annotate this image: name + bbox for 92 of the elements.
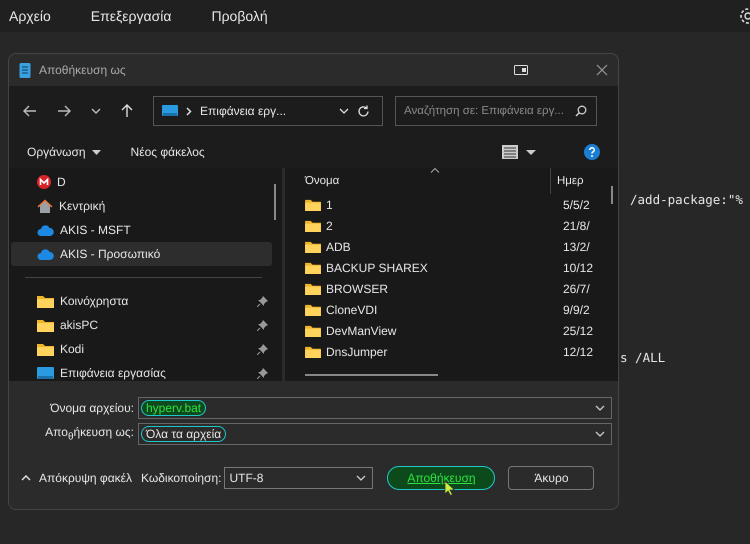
settings-icon[interactable] — [738, 6, 750, 26]
folder-icon — [305, 240, 321, 253]
caret-icon[interactable] — [526, 150, 536, 154]
folder-icon — [305, 282, 321, 295]
file-date: 5/5/2 — [563, 198, 590, 212]
sidebar-item[interactable]: Επιφάνεια εργασίας — [11, 361, 272, 385]
compact-view-icon[interactable] — [514, 65, 528, 75]
menu-item[interactable]: Αρχείο — [9, 8, 51, 24]
desktop-icon — [162, 105, 178, 117]
file-date: 12/12 — [563, 344, 594, 358]
folder-icon — [37, 318, 54, 332]
chevron-down-icon[interactable] — [339, 108, 349, 114]
sidebar-item[interactable]: Κοινόχρηστα — [11, 289, 272, 313]
cancel-button[interactable]: Άκυρο — [508, 466, 594, 490]
scrollbar[interactable] — [274, 184, 276, 220]
pin-icon[interactable] — [257, 320, 268, 330]
save-button[interactable]: Αποθήκευση — [387, 466, 496, 490]
filename-field[interactable]: hyperv.bat — [138, 397, 612, 419]
file-date: 25/12 — [563, 324, 594, 338]
folder-icon — [305, 198, 321, 211]
folder-icon — [37, 342, 54, 356]
search-icon — [575, 105, 587, 117]
sidebar-item[interactable]: D — [11, 170, 272, 194]
cloud-icon — [37, 224, 54, 236]
folder-icon — [305, 324, 321, 337]
home-icon — [37, 199, 53, 213]
file-name[interactable]: ADB — [326, 240, 558, 254]
folder-icon — [305, 303, 321, 316]
chevron-right-icon — [186, 106, 192, 116]
menu-item[interactable]: Προβολή — [211, 8, 268, 24]
close-icon[interactable] — [596, 64, 608, 76]
file-type-value: Όλα τα αρχεία — [141, 426, 226, 442]
field-label: Απο$_{θ}$ήκευση ως: — [44, 425, 135, 443]
up-icon[interactable] — [121, 104, 133, 118]
pin-icon[interactable] — [257, 296, 268, 306]
column-header[interactable]: Ημερ — [550, 168, 584, 194]
folder-icon — [37, 294, 54, 308]
code-line: s /ALL — [620, 350, 666, 365]
file-name[interactable]: BACKUP SHAREX — [326, 260, 558, 274]
file-type-dropdown[interactable]: Όλα τα αρχεία — [138, 423, 612, 445]
view-list-icon[interactable] — [502, 145, 518, 159]
chevron-down-icon[interactable] — [356, 475, 366, 481]
field-label: Όνομα αρχείου: — [48, 401, 135, 415]
file-name[interactable]: BROWSER — [326, 282, 558, 296]
address-bar[interactable]: Επιφάνεια εργ... — [153, 96, 383, 126]
notepad-icon — [19, 62, 31, 78]
file-name[interactable]: 2 — [326, 218, 558, 232]
file-name[interactable]: DevManView — [326, 324, 558, 338]
file-name[interactable]: DnsJumper — [326, 344, 558, 358]
file-date: 21/8/ — [563, 218, 590, 232]
forward-icon[interactable] — [57, 105, 71, 117]
refresh-icon[interactable] — [357, 104, 370, 118]
pin-icon[interactable] — [257, 368, 268, 378]
file-date: 13/2/ — [563, 240, 590, 254]
organize-button[interactable]: Οργάνωση — [27, 145, 101, 159]
chevron-up-icon — [21, 475, 31, 481]
folder-icon — [305, 345, 321, 358]
sort-caret-icon — [430, 168, 440, 173]
path-text: Επιφάνεια εργ... — [200, 104, 286, 118]
desktop-icon — [37, 366, 54, 380]
file-name-value: hyperv.bat — [141, 400, 206, 416]
back-icon[interactable] — [23, 105, 37, 117]
drive-icon — [37, 175, 51, 189]
chevron-down-icon[interactable] — [91, 108, 101, 114]
sidebar-item[interactable]: Κεντρική — [11, 194, 272, 218]
file-date: 26/7/ — [563, 282, 590, 296]
chevron-down-icon[interactable] — [595, 405, 605, 411]
file-date: 9/9/2 — [563, 302, 590, 316]
encoding-label: Κωδικοποίηση: — [141, 471, 222, 485]
file-name[interactable]: CloneVDI — [326, 302, 558, 316]
sidebar-item[interactable]: akisPC — [11, 313, 272, 337]
sidebar-item[interactable]: Kodi — [11, 337, 272, 361]
chevron-down-icon[interactable] — [595, 431, 605, 437]
pin-icon[interactable] — [257, 344, 268, 354]
code-line: /add-package:"% — [630, 192, 743, 207]
folder-icon — [305, 219, 321, 232]
folder-icon — [305, 261, 321, 274]
sidebar-item[interactable]: AKIS - Προσωπικό — [11, 242, 272, 266]
window-title: Αποθήκευση ως — [39, 63, 126, 77]
scrollbar[interactable] — [305, 374, 438, 376]
caret-icon — [92, 150, 101, 154]
file-name[interactable]: 1 — [326, 198, 558, 212]
file-date: 10/12 — [563, 260, 594, 274]
column-header[interactable]: Όνομα — [295, 175, 550, 187]
help-icon[interactable] — [584, 144, 600, 160]
encoding-dropdown[interactable]: UTF-8 — [224, 467, 374, 489]
sidebar-item[interactable]: AKIS - MSFT — [11, 218, 272, 242]
new-folder-button[interactable]: Νέος φάκελος — [130, 145, 205, 159]
search-field[interactable]: Αναζήτηση σε: Επιφάνεια εργ... — [395, 96, 597, 126]
scrollbar[interactable] — [611, 186, 613, 204]
menu-item[interactable]: Επεξεργασία — [90, 8, 172, 24]
cloud-icon — [37, 248, 54, 260]
